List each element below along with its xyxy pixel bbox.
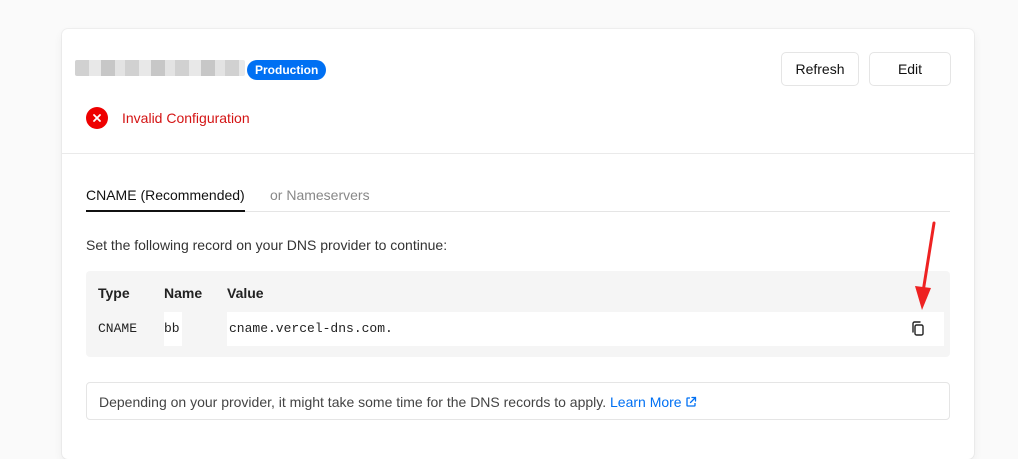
column-header-name: Name xyxy=(164,285,203,301)
dns-record-table: Type Name Value CNAME bb cname.vercel-dn… xyxy=(86,271,950,357)
record-type-tabs: CNAME (Recommended) or Nameservers xyxy=(86,181,950,212)
configuration-status: Invalid Configuration xyxy=(86,107,250,129)
refresh-button[interactable]: Refresh xyxy=(781,52,859,86)
record-type-cell: CNAME xyxy=(98,321,138,336)
learn-more-link[interactable]: Learn More xyxy=(610,394,697,410)
domain-header: Production Refresh Edit Invalid Configur… xyxy=(62,29,974,154)
external-link-icon xyxy=(685,394,697,410)
instruction-text: Set the following record on your DNS pro… xyxy=(86,237,448,253)
environment-badge: Production xyxy=(247,60,327,80)
edit-button[interactable]: Edit xyxy=(869,52,951,86)
copy-icon[interactable] xyxy=(909,320,927,338)
record-name-cell: bb xyxy=(164,312,182,346)
tab-cname[interactable]: CNAME (Recommended) xyxy=(86,187,245,212)
column-header-value: Value xyxy=(227,285,264,301)
propagation-note: Depending on your provider, it might tak… xyxy=(86,382,950,420)
learn-more-label: Learn More xyxy=(610,394,682,410)
tab-nameservers[interactable]: or Nameservers xyxy=(270,187,370,203)
note-text: Depending on your provider, it might tak… xyxy=(99,394,607,410)
record-value-cell: cname.vercel-dns.com. xyxy=(227,312,944,346)
domain-name-redacted xyxy=(75,60,245,76)
x-circle-icon xyxy=(86,107,108,129)
status-text: Invalid Configuration xyxy=(122,110,250,126)
domain-card: Production Refresh Edit Invalid Configur… xyxy=(62,29,974,459)
column-header-type: Type xyxy=(98,285,130,301)
